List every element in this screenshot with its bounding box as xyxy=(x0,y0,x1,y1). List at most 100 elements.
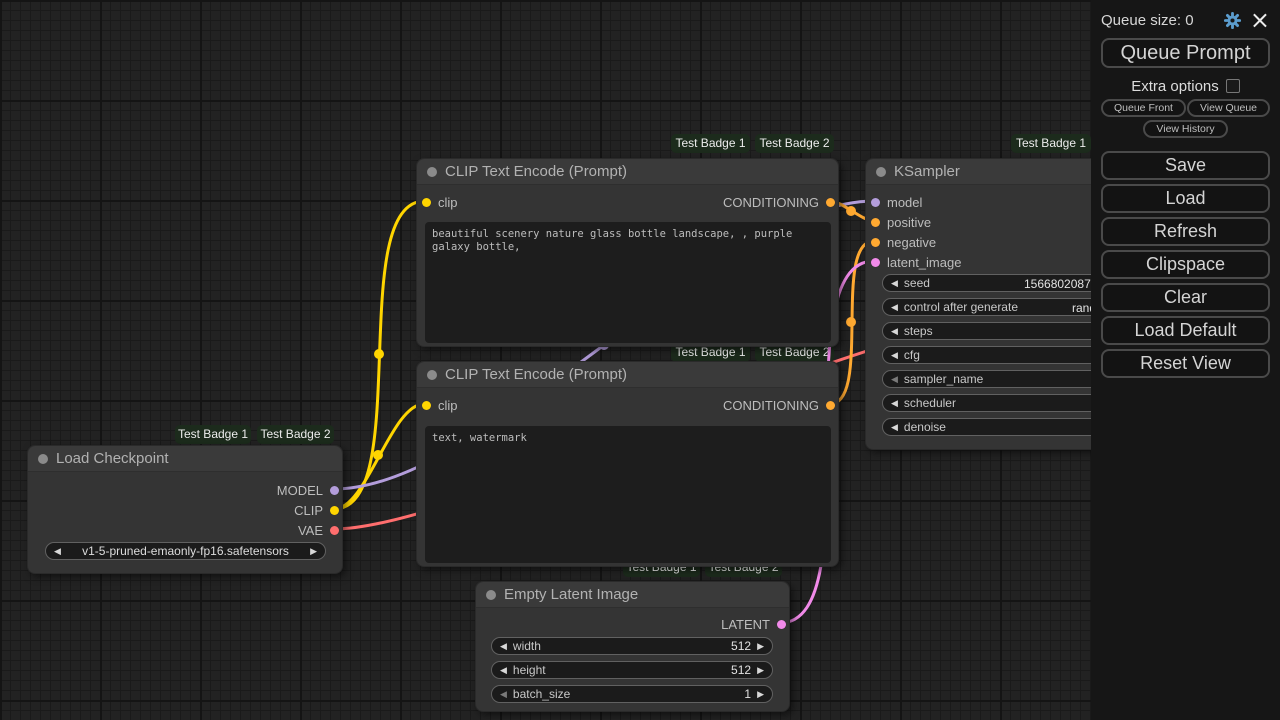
collapse-dot-icon[interactable] xyxy=(38,454,48,464)
queue-prompt-button[interactable]: Queue Prompt xyxy=(1101,38,1270,68)
conditioning-port-icon[interactable] xyxy=(826,401,835,410)
queue-front-button[interactable]: Queue Front xyxy=(1101,99,1186,117)
ckpt-name-value: v1-5-pruned-emaonly-fp16.safetensors xyxy=(67,544,304,558)
decrement-arrow-icon[interactable] xyxy=(891,299,898,315)
decrement-arrow-icon[interactable] xyxy=(891,347,898,363)
view-queue-button[interactable]: View Queue xyxy=(1187,99,1270,117)
batch-size-widget[interactable]: batch_size 1 xyxy=(491,685,773,703)
settings-gear-icon[interactable] xyxy=(1223,11,1242,30)
load-default-button[interactable]: Load Default xyxy=(1101,316,1270,345)
latent-port-icon[interactable] xyxy=(871,258,880,267)
load-button[interactable]: Load xyxy=(1101,184,1270,213)
decrement-arrow-icon[interactable] xyxy=(891,371,898,387)
widget-label: batch_size xyxy=(513,687,570,701)
conditioning-port-icon[interactable] xyxy=(826,198,835,207)
widget-label: steps xyxy=(904,324,933,338)
prompt-text-input[interactable]: text, watermark xyxy=(425,426,831,563)
collapse-dot-icon[interactable] xyxy=(427,370,437,380)
output-conditioning: CONDITIONING xyxy=(723,399,835,411)
extra-options-label: Extra options xyxy=(1131,78,1219,95)
input-model: model xyxy=(871,196,922,208)
menu-header: Queue size: 0 × xyxy=(1101,8,1270,32)
input-latent-image: latent_image xyxy=(871,256,961,268)
comfy-menu-panel: Queue size: 0 × Queue Prompt Extra optio… xyxy=(1091,0,1280,720)
output-conditioning: CONDITIONING xyxy=(723,196,835,208)
width-widget[interactable]: width 512 xyxy=(491,637,773,655)
prev-arrow-icon[interactable] xyxy=(54,543,61,559)
conditioning-port-icon[interactable] xyxy=(871,218,880,227)
increment-arrow-icon[interactable] xyxy=(757,662,764,678)
decrement-arrow-icon[interactable] xyxy=(500,686,507,702)
widget-label: cfg xyxy=(904,348,920,362)
clip-port-icon[interactable] xyxy=(330,506,339,515)
vae-port-icon[interactable] xyxy=(330,526,339,535)
port-label: clip xyxy=(438,398,458,413)
ckpt-name-widget[interactable]: v1-5-pruned-emaonly-fp16.safetensors xyxy=(45,542,326,560)
node-title-bar[interactable]: CLIP Text Encode (Prompt) xyxy=(417,159,838,185)
widget-label: denoise xyxy=(904,420,946,434)
collapse-dot-icon[interactable] xyxy=(876,167,886,177)
node-clip-text-encode-positive[interactable]: CLIP Text Encode (Prompt) clip CONDITION… xyxy=(416,158,839,347)
node-title: CLIP Text Encode (Prompt) xyxy=(445,366,627,383)
node-title-bar[interactable]: Load Checkpoint xyxy=(28,446,342,472)
clipspace-button[interactable]: Clipspace xyxy=(1101,250,1270,279)
close-icon[interactable]: × xyxy=(1250,10,1270,30)
port-label: MODEL xyxy=(277,483,323,498)
extra-options-checkbox[interactable] xyxy=(1226,79,1240,93)
port-label: negative xyxy=(887,235,936,250)
widget-label: height xyxy=(513,663,546,677)
widget-value: 1566802087 xyxy=(1024,276,1091,292)
node-clip-text-encode-negative[interactable]: CLIP Text Encode (Prompt) clip CONDITION… xyxy=(416,361,839,567)
widget-label: seed xyxy=(904,276,930,290)
port-label: VAE xyxy=(298,523,323,538)
output-latent: LATENT xyxy=(721,618,786,630)
decrement-arrow-icon[interactable] xyxy=(891,275,898,291)
widget-label: scheduler xyxy=(904,396,956,410)
port-label: LATENT xyxy=(721,617,770,632)
model-port-icon[interactable] xyxy=(871,198,880,207)
port-label: CONDITIONING xyxy=(723,195,819,210)
model-port-icon[interactable] xyxy=(330,486,339,495)
refresh-button[interactable]: Refresh xyxy=(1101,217,1270,246)
queue-buttons-row: Queue Front View Queue xyxy=(1101,99,1270,117)
port-label: positive xyxy=(887,215,931,230)
clear-button[interactable]: Clear xyxy=(1101,283,1270,312)
collapse-dot-icon[interactable] xyxy=(427,167,437,177)
node-title-bar[interactable]: Empty Latent Image xyxy=(476,582,789,608)
widget-label: control after generate xyxy=(904,300,1018,314)
output-model: MODEL xyxy=(277,484,339,496)
node-layer: Load Checkpoint MODEL CLIP VAE v1-5-prun… xyxy=(0,0,1280,720)
view-history-button[interactable]: View History xyxy=(1143,120,1227,138)
decrement-arrow-icon[interactable] xyxy=(891,323,898,339)
node-title: CLIP Text Encode (Prompt) xyxy=(445,163,627,180)
input-clip: clip xyxy=(422,399,458,411)
widget-value: 512 xyxy=(731,639,751,653)
node-title-bar[interactable]: CLIP Text Encode (Prompt) xyxy=(417,362,838,388)
prompt-text-input[interactable]: beautiful scenery nature glass bottle la… xyxy=(425,222,831,343)
clip-port-icon[interactable] xyxy=(422,198,431,207)
save-button[interactable]: Save xyxy=(1101,151,1270,180)
input-clip: clip xyxy=(422,196,458,208)
node-title: Load Checkpoint xyxy=(56,450,169,467)
extra-options-row: Extra options xyxy=(1101,77,1270,95)
reset-view-button[interactable]: Reset View xyxy=(1101,349,1270,378)
collapse-dot-icon[interactable] xyxy=(486,590,496,600)
decrement-arrow-icon[interactable] xyxy=(500,662,507,678)
widget-value: 1 xyxy=(744,687,751,701)
decrement-arrow-icon[interactable] xyxy=(500,638,507,654)
node-load-checkpoint[interactable]: Load Checkpoint MODEL CLIP VAE v1-5-prun… xyxy=(27,445,343,574)
input-positive: positive xyxy=(871,216,931,228)
decrement-arrow-icon[interactable] xyxy=(891,395,898,411)
height-widget[interactable]: height 512 xyxy=(491,661,773,679)
node-graph-canvas[interactable]: Test Badge 1 Test Badge 2 Test Badge 1 T… xyxy=(0,0,1280,720)
output-vae: VAE xyxy=(298,524,339,536)
node-empty-latent-image[interactable]: Empty Latent Image LATENT width 512 heig… xyxy=(475,581,790,712)
decrement-arrow-icon[interactable] xyxy=(891,419,898,435)
clip-port-icon[interactable] xyxy=(422,401,431,410)
latent-port-icon[interactable] xyxy=(777,620,786,629)
history-button-row: View History xyxy=(1101,120,1270,138)
next-arrow-icon[interactable] xyxy=(310,543,317,559)
increment-arrow-icon[interactable] xyxy=(757,686,764,702)
increment-arrow-icon[interactable] xyxy=(757,638,764,654)
conditioning-port-icon[interactable] xyxy=(871,238,880,247)
